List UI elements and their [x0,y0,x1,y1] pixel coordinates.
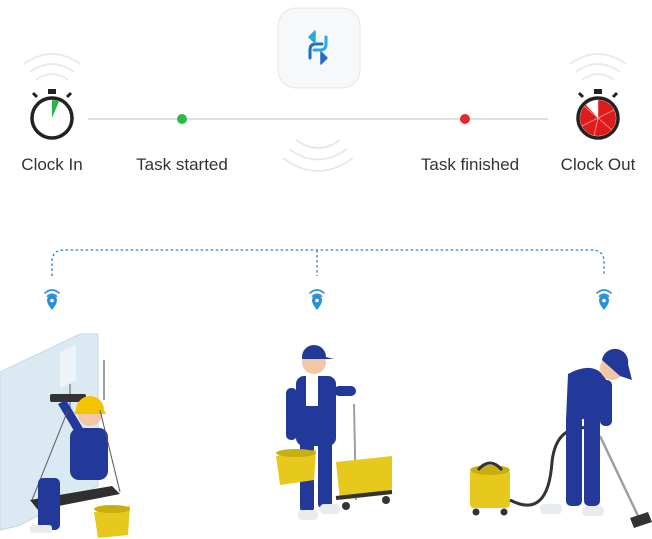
wifi-location-pin-icon [44,289,60,310]
sync-button[interactable] [277,7,361,89]
task-started-label: Task started [136,155,228,174]
attendance-diagram: Clock In Task started Task finished Cloc… [0,0,652,539]
wifi-location-pin-icon [596,289,612,310]
wifi-location-pin-icon [309,289,325,310]
clock-in-icon [23,53,81,140]
task-finished-label: Task finished [420,155,520,174]
window-cleaner-illustration [0,333,130,538]
vacuum-cleaner-illustration [470,348,652,528]
diagram-canvas [0,7,652,538]
connector-line [51,249,605,276]
task-finished-dot [460,114,470,124]
clock-out-icon [569,53,627,140]
cart-cleaner-illustration [276,345,393,520]
clock-in-label: Clock In [21,155,83,174]
signal-waves-center [282,139,354,172]
task-started-dot [177,114,187,124]
clock-out-label: Clock Out [560,155,636,174]
